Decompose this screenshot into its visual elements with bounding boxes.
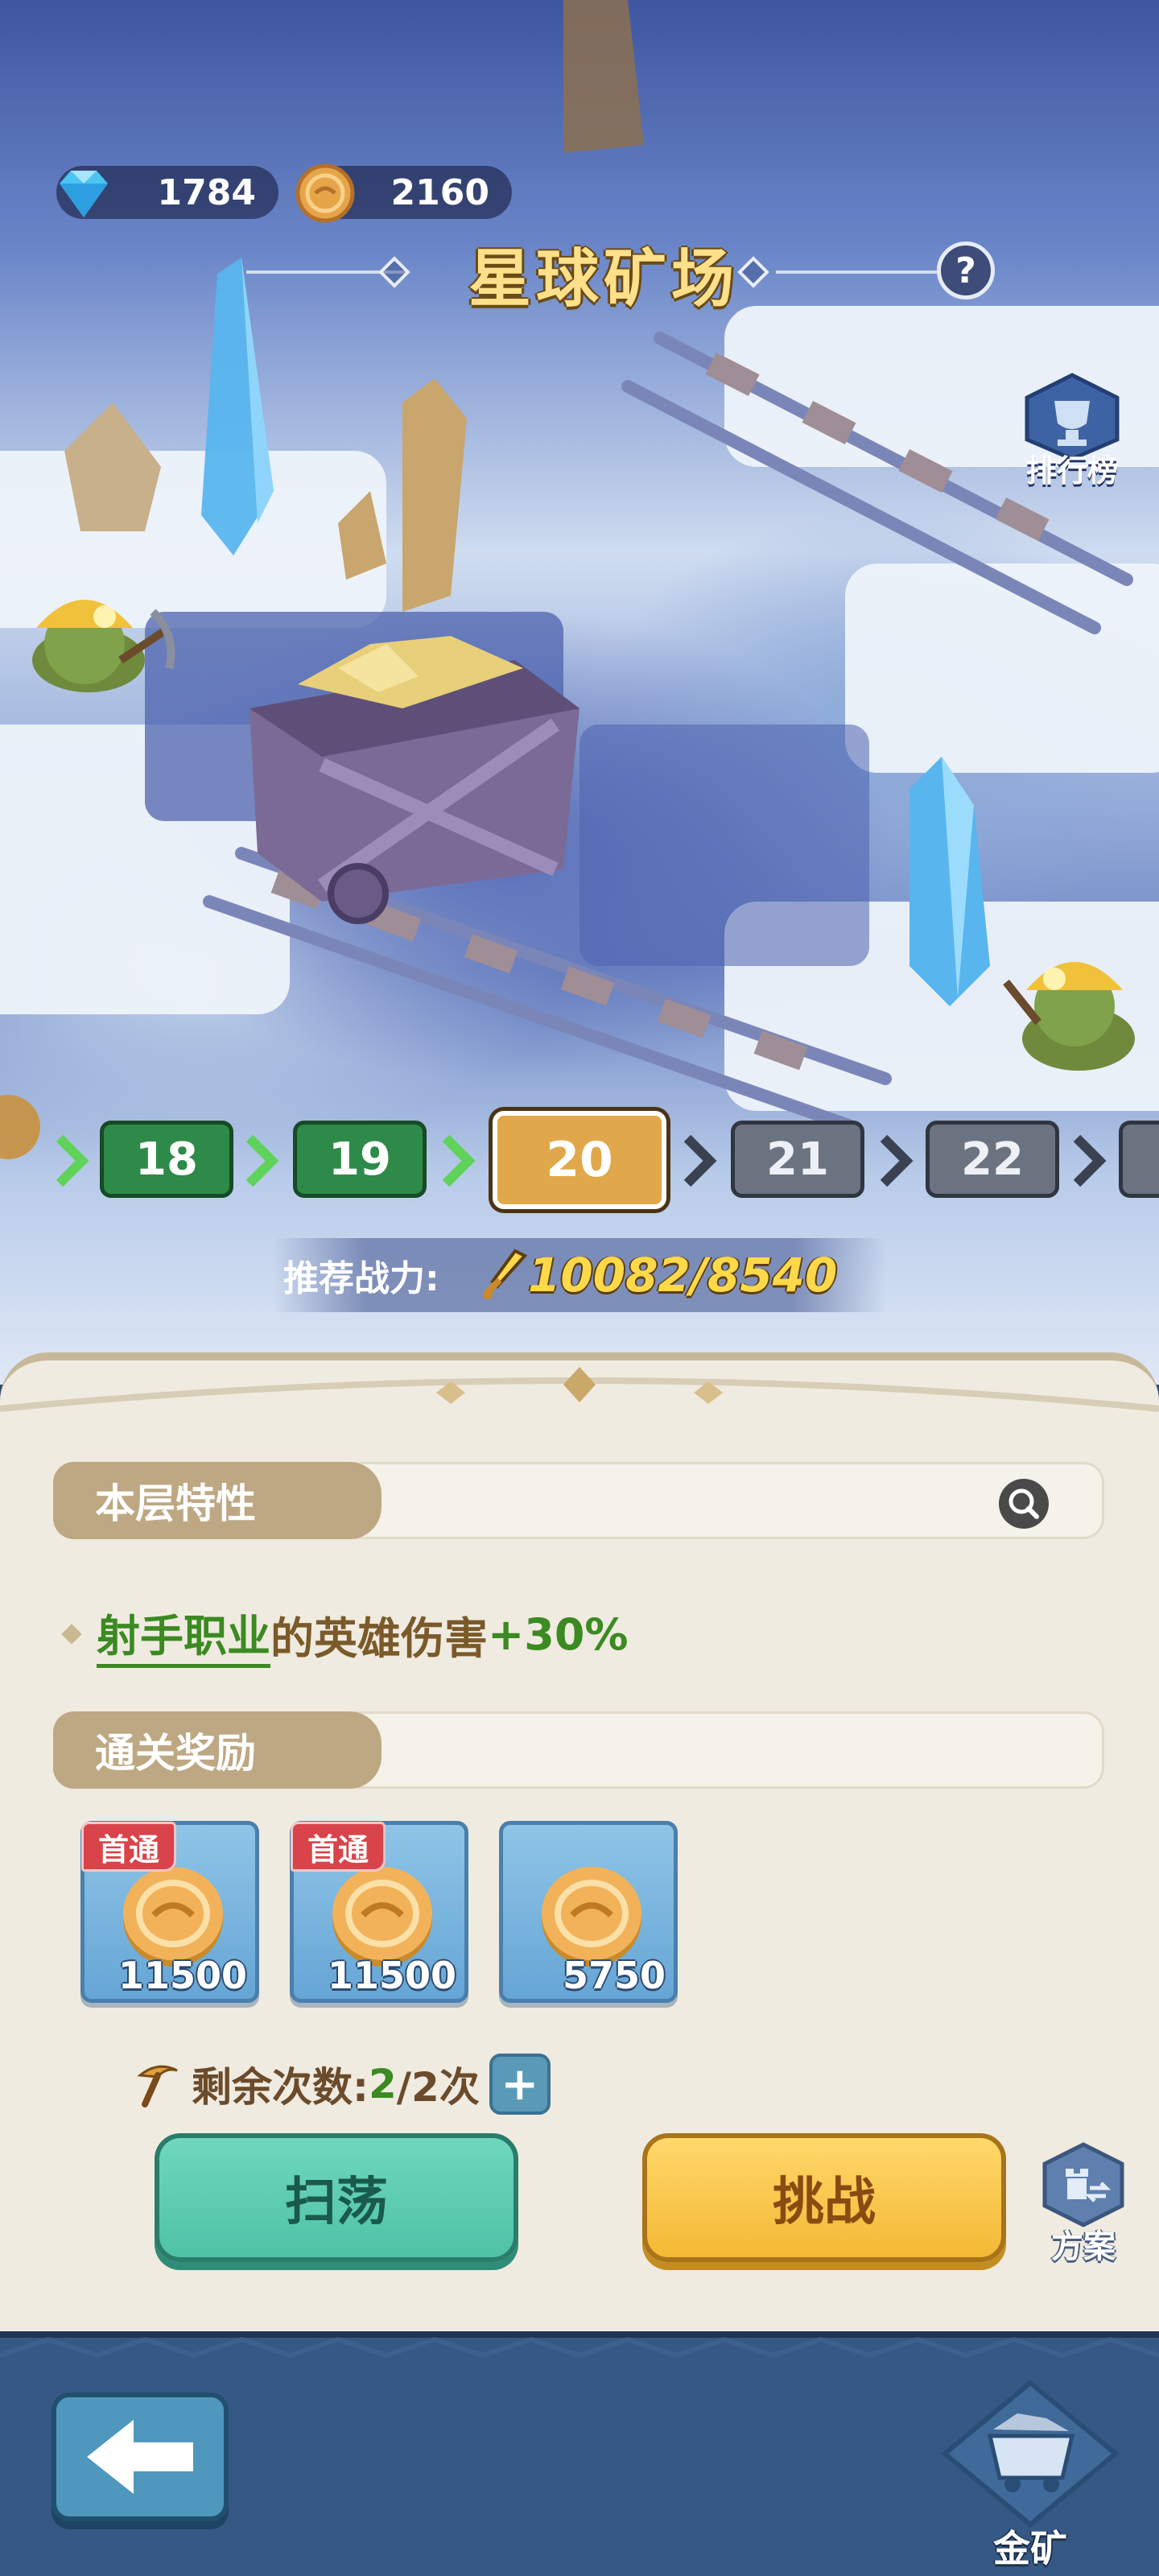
level-21-button[interactable]: 21	[731, 1121, 864, 1198]
level-19-button[interactable]: 19	[293, 1121, 427, 1198]
add-attempts-button[interactable]: +	[489, 2054, 551, 2115]
page-title: 星球矿场	[468, 243, 739, 316]
plan-label: 方案	[1051, 2228, 1116, 2265]
ranking-button[interactable]: 排行榜	[1016, 370, 1128, 491]
floor-trait-section: 本层特性	[53, 1462, 1104, 1539]
first-clear-badge: 首通	[81, 1822, 176, 1872]
level-next-button[interactable]	[1119, 1121, 1159, 1198]
title-ornament	[378, 256, 410, 288]
chevron-right-icon	[56, 1134, 89, 1187]
level-label: 18	[135, 1133, 198, 1186]
reward-quantity: 11500	[327, 1954, 456, 1997]
search-icon[interactable]	[997, 1477, 1050, 1530]
level-label: 22	[961, 1133, 1024, 1186]
level-20-button[interactable]: 20	[493, 1111, 666, 1209]
clear-reward-section: 通关奖励	[53, 1711, 1104, 1789]
section-label: 通关奖励	[53, 1711, 382, 1789]
challenge-button[interactable]: 挑战	[642, 2133, 1006, 2262]
arrow-left-icon	[87, 2420, 193, 2494]
level-label: 19	[328, 1133, 391, 1186]
level-selector: 18 19 20 21 22	[0, 1111, 1159, 1209]
level-18-button[interactable]: 18	[100, 1121, 233, 1198]
reward-quantity: 5750	[562, 1954, 666, 1997]
bullet-icon	[61, 1624, 82, 1645]
first-clear-badge: 首通	[291, 1822, 386, 1872]
level-label: 20	[546, 1132, 613, 1188]
lineup-plan-button[interactable]: 方案	[1038, 2141, 1128, 2270]
sweep-button[interactable]: 扫荡	[155, 2133, 518, 2262]
reward-item[interactable]: 首通 11500	[80, 1821, 259, 2003]
ranking-label: 排行榜	[1025, 453, 1118, 489]
remaining-attempts: 剩余次数: 2 /2次 +	[134, 2051, 551, 2117]
coin-counter: 2160	[295, 163, 512, 223]
trait-buff-value: +30%	[488, 1608, 629, 1660]
sweep-label: 扫荡	[285, 2173, 388, 2232]
bottom-navigation: 金矿	[0, 2331, 1159, 2576]
pickaxe-icon	[137, 2065, 178, 2107]
recommended-power: 推荐战力: 10082/8540	[274, 1238, 885, 1312]
power-value: 10082/8540	[528, 1248, 838, 1302]
back-button[interactable]	[52, 2392, 229, 2521]
team-swap-icon	[1042, 2142, 1124, 2227]
challenge-label: 挑战	[773, 2173, 876, 2232]
attempts-total: /2次	[396, 2064, 480, 2111]
gold-coin-icon	[295, 163, 355, 223]
section-label: 本层特性	[53, 1462, 382, 1539]
power-label: 推荐战力:	[283, 1258, 439, 1299]
chevron-right-icon	[880, 1134, 914, 1187]
reward-item[interactable]: 首通 11500	[290, 1821, 468, 2003]
reward-quantity: 11500	[118, 1954, 247, 1997]
trait-description: 的英雄伤害	[270, 1612, 488, 1664]
chevron-right-icon	[1073, 1134, 1107, 1187]
sword-icon	[483, 1249, 528, 1299]
level-22-button[interactable]: 22	[926, 1121, 1059, 1198]
title-bar: 星球矿场	[241, 227, 966, 320]
chevron-right-icon	[683, 1134, 717, 1187]
mine-cart-icon	[941, 2380, 1120, 2528]
gold-mine-button[interactable]: 金矿	[934, 2373, 1127, 2570]
reward-item[interactable]: 5750	[499, 1821, 678, 2003]
chevron-right-icon	[245, 1134, 279, 1187]
diamond-counter: 1784	[56, 166, 278, 219]
diamond-value: 1784	[157, 171, 256, 213]
chevron-right-icon	[442, 1134, 476, 1187]
coin-value: 2160	[390, 171, 489, 213]
level-label: 21	[766, 1133, 829, 1186]
attempts-label: 剩余次数:	[192, 2064, 369, 2111]
bottom-bar-pattern	[0, 2336, 1159, 2359]
help-button[interactable]: ?	[937, 242, 995, 299]
trait-job-link[interactable]: 射手职业	[97, 1600, 270, 1668]
title-divider	[776, 270, 937, 274]
attempts-current: 2	[369, 2061, 397, 2107]
panel-ornament	[0, 1367, 1159, 1412]
gold-mine-label: 金矿	[993, 2527, 1067, 2570]
floor-trait-text: 射手职业 的英雄伤害 +30%	[61, 1600, 629, 1668]
diamond-icon	[60, 171, 108, 217]
mine-scene-background: 1784 2160 星球矿场 ? 排行榜 18 19 20 21 22 推荐战力…	[0, 0, 1159, 1385]
title-ornament	[737, 256, 769, 288]
